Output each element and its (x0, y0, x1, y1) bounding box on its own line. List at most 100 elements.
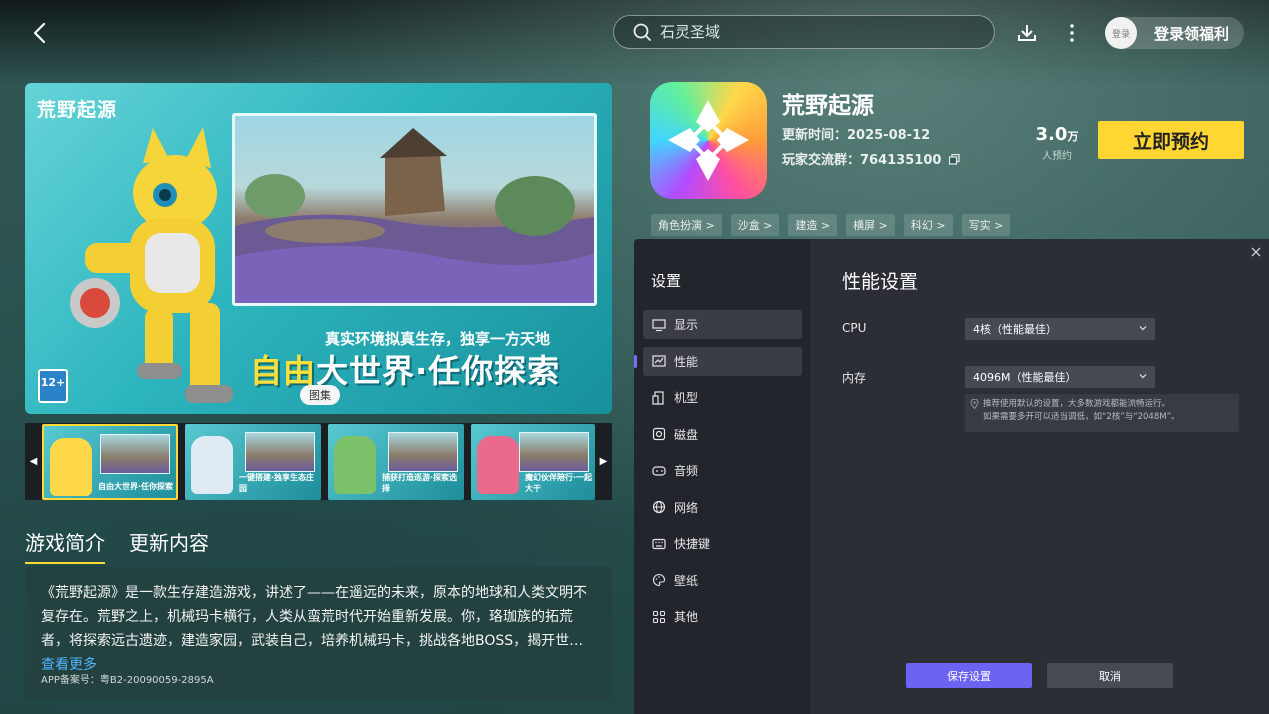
thumbnail-caption: 捕获打造巡游·探索选择 (382, 472, 458, 493)
cancel-button[interactable]: 取消 (1047, 663, 1173, 688)
hint-line-1: 推荐使用默认的设置，大多数游戏都能流畅运行。 (983, 399, 1171, 409)
thumbnail-character (191, 435, 233, 494)
landscape-illustration (235, 128, 594, 303)
game-app-icon (650, 82, 767, 199)
settings-menu: 显示 性能 机型 磁盘 音频 网络 快捷键 壁纸 其他 (634, 310, 802, 639)
settings-menu-wallpaper[interactable]: 壁纸 (643, 566, 802, 595)
search-icon (633, 23, 651, 41)
settings-menu-other[interactable]: 其他 (643, 602, 802, 631)
copy-icon[interactable] (948, 154, 960, 165)
reservation-unit: 万 (1067, 130, 1079, 143)
grid-icon (652, 610, 666, 623)
tag-item[interactable]: 写实 > (961, 214, 1011, 236)
settings-title: 设置 (651, 272, 682, 290)
disk-icon (652, 427, 666, 441)
thumbnail[interactable]: 魔幻伙伴陪行·一起大干 (471, 423, 595, 500)
tag-item[interactable]: 建造 > (788, 214, 838, 236)
hero-slogan-rest: 大世界·任你探索 (316, 352, 561, 390)
settings-hint: 推荐使用默认的设置，大多数游戏都能流畅运行。 如果需要多开可以适当调低，如“2核… (965, 394, 1239, 432)
settings-menu-network[interactable]: 网络 (643, 493, 802, 522)
login-label[interactable]: 登录领福利 (1154, 23, 1229, 44)
settings-menu-display[interactable]: 显示 (643, 310, 802, 339)
description-text: 《荒野起源》是一款生存建造游戏，讲述了——在遥远的未来，原本的地球和人类文明不复… (41, 581, 596, 677)
thumb-prev-arrow-icon[interactable]: ◀ (25, 456, 42, 467)
thumb-next-arrow-icon[interactable]: ▶ (595, 456, 612, 467)
chevron-down-icon (1139, 374, 1147, 379)
thumbnail-character (477, 435, 519, 494)
globe-icon (652, 500, 666, 514)
tab-updates[interactable]: 更新内容 (129, 527, 209, 564)
player-group: 玩家交流群：764135100 (782, 153, 942, 168)
gallery-button[interactable]: 图集 (300, 385, 340, 405)
game-title: 荒野起源 (782, 93, 874, 119)
settings-menu-device[interactable]: 机型 (643, 383, 802, 412)
thumbnail-caption: 自由大世界·任你探索 (98, 481, 174, 491)
download-icon[interactable] (1016, 22, 1038, 44)
monitor-icon (652, 318, 666, 331)
avatar[interactable]: 登录 (1105, 17, 1137, 49)
thumbnail-strip: ◀ 自由大世界·任你探索 一键搭建·独享生态庄园 捕获打造巡游·探索选择 魔幻伙… (25, 423, 612, 500)
age-rating-badge: 12+ (38, 369, 68, 403)
hint-line-2: 如果需要多开可以适当调低，如“2核”与“2048M”。 (983, 412, 1180, 422)
hero-banner[interactable]: 荒野起源 真实环境拟真生存，独享一方天地 自由大世界·任你探索 12+ 图集 (25, 83, 612, 414)
thumbnail-character (50, 437, 92, 496)
settings-menu-label: 壁纸 (674, 573, 699, 588)
tag-item[interactable]: 科幻 > (903, 214, 953, 236)
close-icon[interactable] (1249, 245, 1263, 259)
hero-slogan-highlight: 自由 (250, 352, 317, 390)
thumbnail-scene (388, 431, 458, 472)
panel-title: 性能设置 (842, 271, 919, 293)
more-menu-icon[interactable] (1061, 22, 1083, 44)
game-emblem-icon (668, 100, 749, 181)
audio-icon (652, 465, 666, 476)
thumbnail-caption: 魔幻伙伴陪行·一起大干 (525, 472, 593, 493)
login-button[interactable]: 登录 登录领福利 (1105, 17, 1244, 49)
settings-menu-label: 快捷键 (674, 537, 711, 551)
settings-menu-performance[interactable]: 性能 (634, 346, 802, 376)
hero-slogan: 自由大世界·任你探索 (250, 346, 560, 392)
reservation-value: 3.0 (1035, 124, 1068, 145)
cpu-select-value: 4核（性能最佳） (973, 323, 1057, 336)
player-group-line: 玩家交流群：764135100 (782, 149, 960, 168)
description-body: 《荒野起源》是一款生存建造游戏，讲述了——在遥远的未来，原本的地球和人类文明不复… (41, 585, 587, 649)
tag-item[interactable]: 角色扮演 > (651, 214, 722, 236)
settings-sidebar: 设置 显示 性能 机型 磁盘 音频 网络 快捷键 壁纸 其他 (634, 239, 810, 714)
cpu-select[interactable]: 4核（性能最佳） (965, 318, 1155, 340)
reserve-button[interactable]: 立即预约 (1098, 121, 1244, 159)
memory-select[interactable]: 4096M（性能最佳） (965, 366, 1155, 388)
reservation-label: 人预约 (1042, 151, 1072, 162)
reservation-count: 3.0万 人预约 (1035, 124, 1079, 162)
settings-menu-audio[interactable]: 音频 (643, 456, 802, 485)
settings-menu-label: 显示 (674, 318, 699, 332)
tag-item[interactable]: 横屏 > (846, 214, 895, 236)
search-input[interactable] (660, 23, 960, 41)
save-settings-button[interactable]: 保存设置 (906, 663, 1032, 688)
location-pin-icon (970, 399, 979, 409)
search-bar[interactable] (613, 15, 995, 49)
settings-menu-label: 其他 (674, 610, 699, 624)
icp-record: APP备案号：粤B2-20090059-2895A (41, 675, 214, 686)
performance-icon (652, 355, 666, 367)
settings-menu-disk[interactable]: 磁盘 (643, 420, 802, 449)
memory-label: 内存 (842, 371, 867, 385)
thumbnail[interactable]: 自由大世界·任你探索 (42, 423, 178, 500)
thumbnail-character (334, 435, 376, 494)
chevron-down-icon (1139, 326, 1147, 331)
settings-menu-hotkeys[interactable]: 快捷键 (643, 529, 802, 558)
thumbnail-caption: 一键搭建·独享生态庄园 (239, 472, 315, 493)
reservation-number: 3.0万 (1035, 124, 1079, 145)
thumbnail-scene (519, 431, 589, 472)
keyboard-icon (652, 538, 666, 549)
thumbnail[interactable]: 捕获打造巡游·探索选择 (328, 423, 464, 500)
palette-icon (653, 573, 666, 587)
settings-menu-label: 磁盘 (674, 427, 699, 442)
back-arrow-icon[interactable] (28, 20, 52, 46)
settings-menu-label: 机型 (674, 391, 699, 405)
hero-scene-image (232, 113, 597, 306)
settings-dialog: 设置 显示 性能 机型 磁盘 音频 网络 快捷键 壁纸 其他 性能设置 CPU … (634, 239, 1269, 714)
thumbnail-scene (245, 431, 315, 472)
thumbnail[interactable]: 一键搭建·独享生态庄园 (185, 423, 321, 500)
tag-item[interactable]: 沙盒 > (730, 214, 780, 236)
settings-menu-label: 性能 (674, 354, 699, 369)
tab-intro[interactable]: 游戏简介 (25, 527, 105, 564)
